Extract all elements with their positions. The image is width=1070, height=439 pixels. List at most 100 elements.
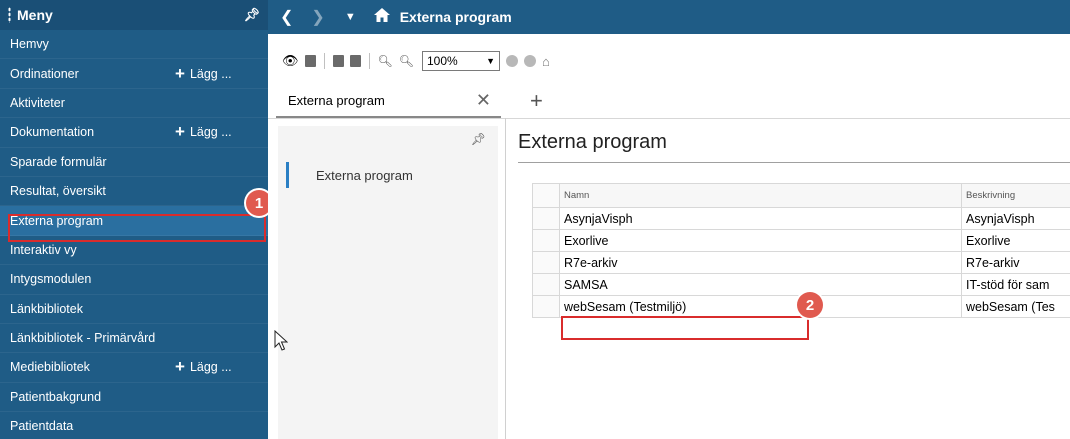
pin-icon[interactable]: 📌︎ (471, 132, 486, 146)
cell-beskrivning: IT-stöd för sam (961, 273, 1070, 296)
zoom-out-icon[interactable]: 🔍︎ (378, 54, 393, 68)
mouse-cursor-icon (274, 330, 288, 351)
zoom-value: 100% (426, 54, 458, 68)
row-selector[interactable] (532, 273, 560, 296)
sidebar-item-label: Resultat, översikt (10, 184, 106, 199)
sidebar-item[interactable]: Interaktiv vy (0, 236, 268, 266)
toolbar-separator (323, 53, 325, 69)
program-list-panel: 📌︎ Externa program (278, 126, 498, 439)
sidebar-item-label: Länkbibliotek (10, 301, 83, 316)
table-row[interactable]: SAMSA IT-stöd för sam (532, 273, 1070, 296)
cell-beskrivning: R7e-arkiv (961, 251, 1070, 274)
table-header-row: Namn Beskrivning (532, 183, 1070, 208)
back-arrow-icon[interactable]: ❮ (280, 7, 293, 27)
sidebar-item-label: Länkbibliotek - Primärvård (10, 331, 156, 346)
home-icon[interactable] (373, 7, 390, 27)
sidebar-item-label: Ordinationer (10, 66, 79, 81)
add-button[interactable]: + Lägg ... (175, 357, 232, 377)
table-row[interactable]: AsynjaVisph AsynjaVisph (532, 207, 1070, 230)
panel-divider (505, 118, 506, 439)
table-row[interactable]: R7e-arkiv R7e-arkiv (532, 251, 1070, 274)
sidebar-item[interactable]: Patientdata (0, 412, 268, 439)
tab-externa-program[interactable]: Externa program ✕ (276, 84, 501, 118)
sidebar-item[interactable]: Aktiviteter (0, 89, 268, 119)
selection-indicator (286, 162, 289, 188)
top-bar: ❮ ❯ ▼ Externa program (268, 0, 1070, 34)
zoom-select[interactable]: 100% ▼ (421, 51, 500, 71)
row-selector[interactable] (532, 229, 560, 252)
sidebar-item-label: Intygsmodulen (10, 272, 92, 287)
callout-badge: 2 (797, 292, 823, 318)
sidebar-item-label: Mediebibliotek (10, 360, 90, 375)
cell-namn: webSesam (Testmiljö) (559, 295, 962, 318)
cell-beskrivning: webSesam (Tes (961, 295, 1070, 318)
page-title: Externa program (399, 9, 512, 25)
document-icon[interactable] (304, 55, 316, 67)
sidebar-item-label: Aktiviteter (10, 95, 65, 110)
sidebar-item-label: Patientbakgrund (10, 389, 102, 404)
sidebar-item-label: Sparade formulär (10, 154, 107, 169)
sidebar-item-label: Patientdata (10, 419, 74, 434)
add-label: Lägg ... (189, 66, 232, 81)
panel-item-externa-program[interactable]: Externa program (316, 168, 413, 183)
content-title: Externa program (518, 131, 667, 153)
sidebar-item[interactable]: Hemvy (0, 30, 268, 60)
grip-icon[interactable] (8, 7, 11, 23)
pin-icon[interactable]: 📌︎ (243, 7, 260, 23)
add-label: Lägg ... (189, 360, 232, 375)
row-selector-header (532, 183, 560, 208)
sidebar-title: Meny (17, 7, 53, 23)
row-selector[interactable] (532, 207, 560, 230)
add-button[interactable]: + Lägg ... (175, 64, 232, 84)
toolbar-separator (368, 53, 370, 69)
title-divider (518, 162, 1070, 163)
circle-icon[interactable] (505, 55, 518, 67)
sidebar-menu: Meny 📌︎ Hemvy Ordinationer + Lägg ... Aktivi… (0, 0, 268, 439)
home-outline-icon[interactable]: ⌂ (542, 54, 550, 69)
plus-icon: + (175, 122, 185, 142)
sidebar-item[interactable]: Sparade formulär (0, 148, 268, 177)
plus-icon: + (175, 357, 185, 377)
add-label: Lägg ... (189, 125, 232, 140)
history-dropdown-icon[interactable]: ▼ (345, 11, 356, 23)
row-selector[interactable] (532, 251, 560, 274)
sidebar-item[interactable]: Länkbibliotek (0, 295, 268, 324)
sidebar-item-label: Interaktiv vy (10, 242, 77, 257)
callout-badge: 1 (246, 190, 268, 216)
dropdown-arrow-icon: ▼ (486, 56, 495, 66)
row-selector[interactable] (532, 295, 560, 318)
sidebar-item[interactable]: Ordinationer + Lägg ... (0, 59, 268, 89)
tab-label: Externa program (288, 92, 385, 108)
sidebar-item[interactable]: Resultat, översikt (0, 177, 268, 207)
add-tab-icon[interactable]: + (530, 88, 543, 114)
sidebar-item-label: Externa program (10, 213, 104, 228)
table-row[interactable]: Exorlive Exorlive (532, 229, 1070, 252)
close-icon[interactable]: ✕ (476, 90, 491, 111)
last-page-icon[interactable] (349, 55, 361, 67)
forward-arrow-icon[interactable]: ❯ (311, 7, 324, 27)
zoom-in-icon[interactable]: 🔍︎ (399, 54, 414, 68)
sidebar-item-label: Dokumentation (10, 125, 95, 140)
cell-beskrivning: AsynjaVisph (961, 207, 1070, 230)
sidebar-item[interactable]: Dokumentation + Lägg ... (0, 118, 268, 148)
cell-namn: Exorlive (559, 229, 962, 252)
plus-icon: + (175, 63, 185, 83)
circle-icon[interactable] (523, 55, 536, 67)
first-page-icon[interactable] (332, 55, 344, 67)
tab-bar: Externa program ✕ + (268, 84, 1070, 119)
cell-beskrivning: Exorlive (961, 229, 1070, 252)
column-header-namn[interactable]: Namn (559, 183, 962, 208)
cell-namn: AsynjaVisph (559, 207, 962, 230)
sidebar-item[interactable]: Patientbakgrund (0, 383, 268, 413)
add-button[interactable]: + Lägg ... (175, 122, 232, 142)
binoculars-icon[interactable]: 👁︎ (282, 53, 299, 69)
sidebar-item[interactable]: Intygsmodulen (0, 265, 268, 295)
menu-list: Hemvy Ordinationer + Lägg ... Aktiviteter Dok… (0, 30, 268, 439)
sidebar-item[interactable]: Externa program (0, 206, 268, 236)
sidebar-item[interactable]: Mediebibliotek + Lägg ... (0, 353, 268, 383)
column-header-beskrivning[interactable]: Beskrivning (961, 183, 1070, 208)
sidebar-item-label: Hemvy (10, 37, 49, 52)
cell-namn: SAMSA (559, 273, 962, 296)
highlight-box (561, 316, 809, 340)
sidebar-item[interactable]: Länkbibliotek - Primärvård (0, 324, 268, 354)
